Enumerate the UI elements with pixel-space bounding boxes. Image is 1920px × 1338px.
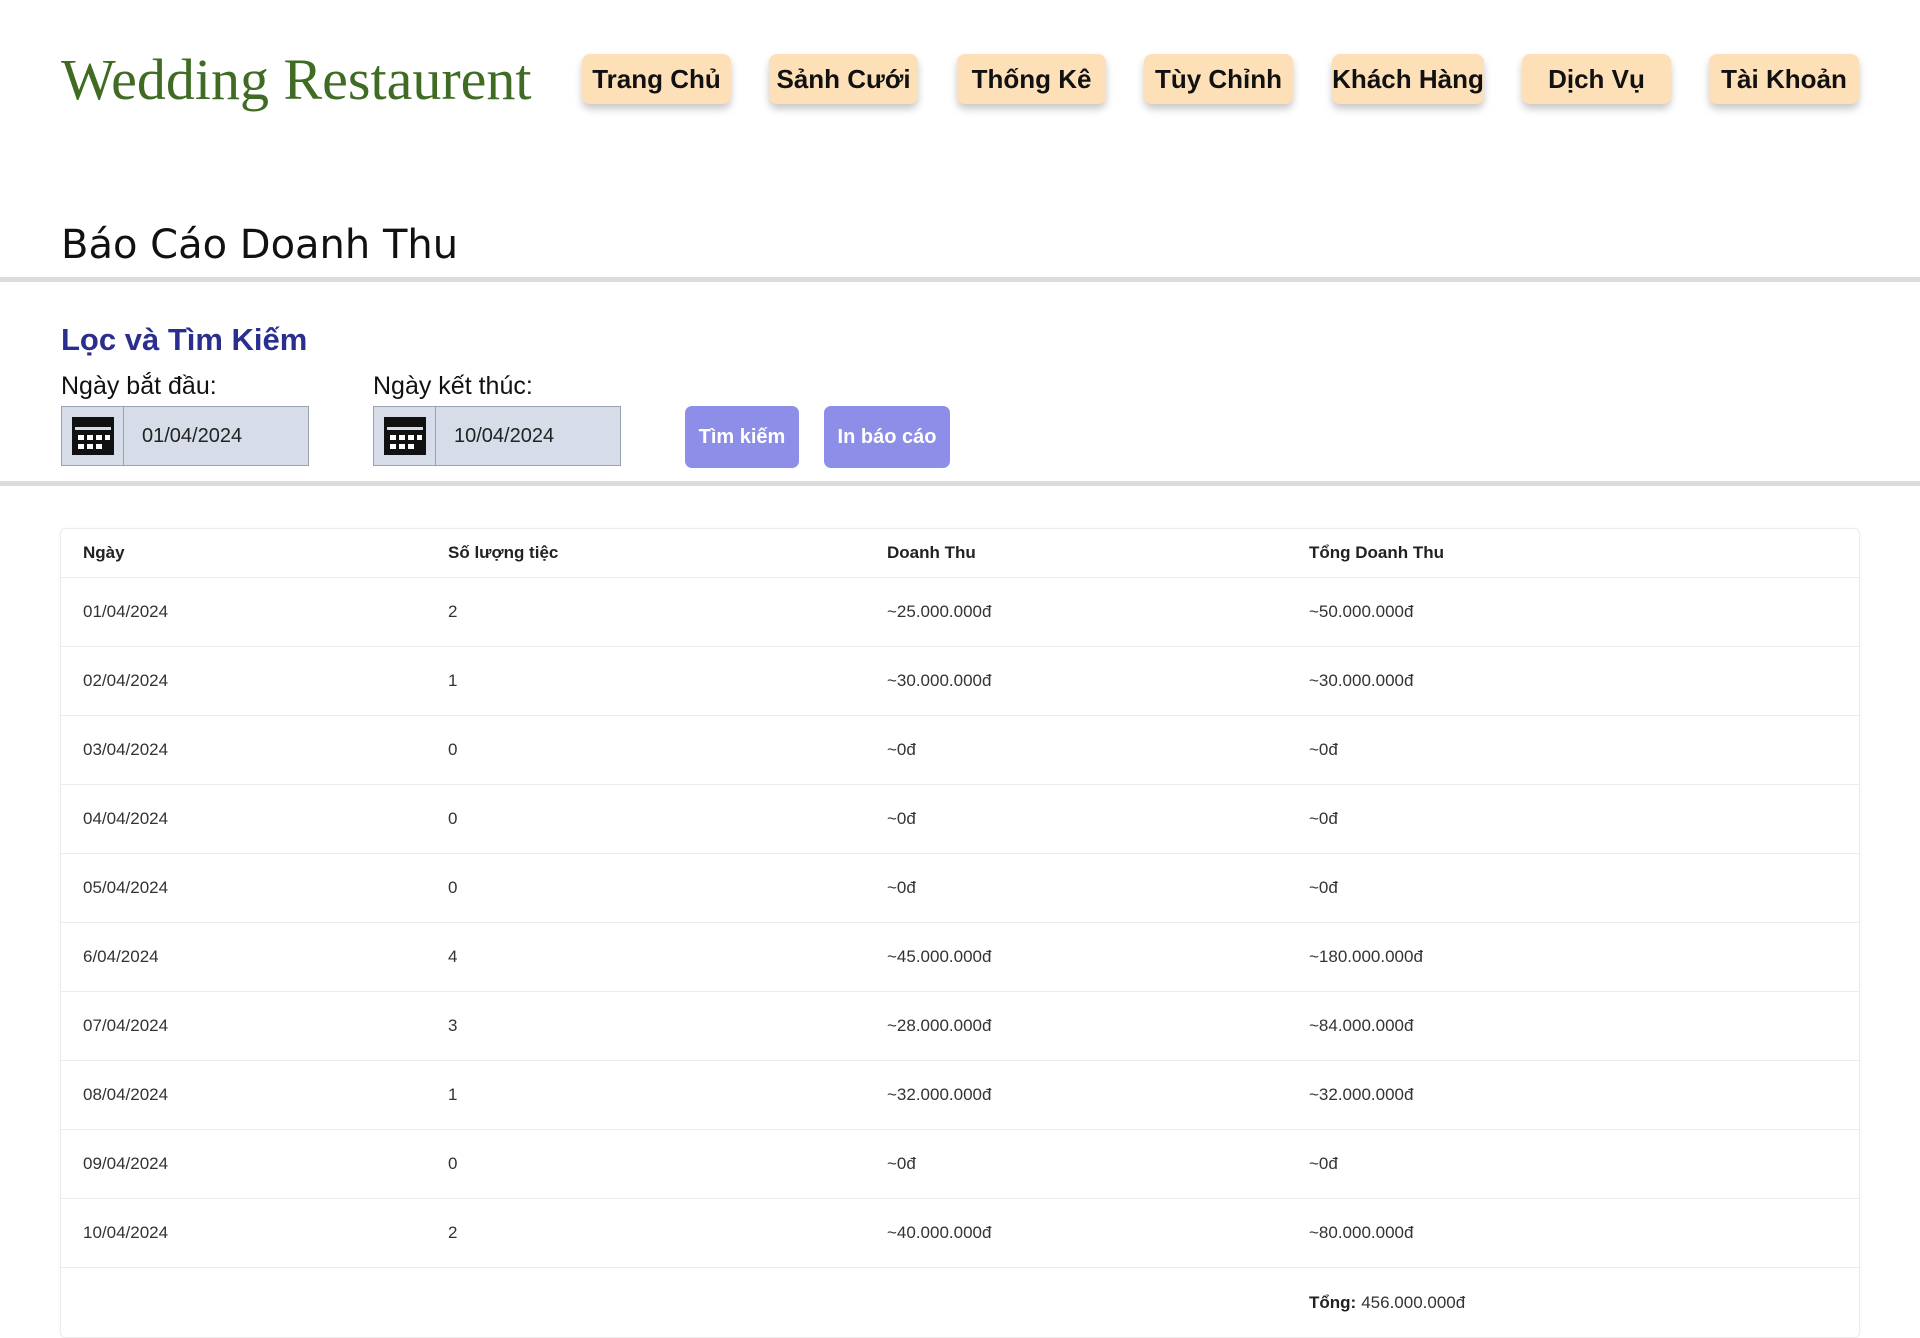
table-row: 02/04/2024 1 ~30.000.000đ ~30.000.000đ: [61, 647, 1859, 716]
cell-revenue: ~30.000.000đ: [887, 671, 992, 690]
column-header-date: Ngày: [83, 543, 125, 562]
cell-total-revenue: ~80.000.000đ: [1309, 1223, 1414, 1242]
cell-total-revenue: ~0đ: [1309, 878, 1338, 897]
cell-date: 09/04/2024: [83, 1154, 169, 1173]
cell-date: 03/04/2024: [83, 740, 169, 759]
cell-total-revenue: ~30.000.000đ: [1309, 671, 1414, 690]
column-header-total-revenue: Tổng Doanh Thu: [1309, 543, 1445, 562]
total-value: 456.000.000đ: [1361, 1293, 1466, 1312]
table-row: 10/04/2024 2 ~40.000.000đ ~80.000.000đ: [61, 1199, 1859, 1268]
end-date-field[interactable]: 10/04/2024: [373, 406, 621, 466]
start-date-field[interactable]: 01/04/2024: [61, 406, 309, 466]
cell-revenue: ~28.000.000đ: [887, 1016, 992, 1035]
table-row: 09/04/2024 0 ~0đ ~0đ: [61, 1130, 1859, 1199]
cell-revenue: ~40.000.000đ: [887, 1223, 992, 1242]
table-row: 01/04/2024 2 ~25.000.000đ ~50.000.000đ: [61, 578, 1859, 647]
cell-total-revenue: ~50.000.000đ: [1309, 602, 1414, 621]
cell-total-revenue: ~84.000.000đ: [1309, 1016, 1414, 1035]
cell-date: 05/04/2024: [83, 878, 169, 897]
cell-revenue: ~0đ: [887, 809, 916, 828]
nav-item-khach-hang[interactable]: Khách Hàng: [1332, 54, 1484, 104]
nav-item-dich-vu[interactable]: Dịch Vụ: [1522, 54, 1671, 104]
table-header-row: Ngày Số lượng tiệc Doanh Thu Tổng Doanh …: [61, 529, 1859, 578]
table-row: 08/04/2024 1 ~32.000.000đ ~32.000.000đ: [61, 1061, 1859, 1130]
cell-revenue: ~32.000.000đ: [887, 1085, 992, 1104]
divider: [0, 481, 1920, 486]
page-title: Báo Cáo Doanh Thu: [61, 222, 459, 268]
start-date-label: Ngày bắt đầu:: [61, 372, 217, 400]
cell-date: 04/04/2024: [83, 809, 169, 828]
column-header-party-count: Số lượng tiệc: [448, 543, 559, 562]
calendar-icon[interactable]: [62, 407, 124, 465]
main-nav: Trang Chủ Sảnh Cưới Thống Kê Tùy Chỉnh K…: [0, 54, 1920, 106]
cell-party-count: 1: [448, 671, 458, 690]
cell-total-revenue: ~180.000.000đ: [1309, 947, 1423, 966]
cell-date: 02/04/2024: [83, 671, 169, 690]
cell-date: 6/04/2024: [83, 947, 159, 966]
cell-date: 10/04/2024: [83, 1223, 169, 1242]
nav-item-trang-chu[interactable]: Trang Chủ: [582, 54, 731, 104]
table-row: 07/04/2024 3 ~28.000.000đ ~84.000.000đ: [61, 992, 1859, 1061]
cell-party-count: 3: [448, 1016, 458, 1035]
table-row: 03/04/2024 0 ~0đ ~0đ: [61, 716, 1859, 785]
divider: [0, 277, 1920, 282]
start-date-value[interactable]: 01/04/2024: [124, 425, 242, 448]
filter-section-title: Lọc và Tìm Kiếm: [61, 322, 308, 357]
cell-total-revenue: ~0đ: [1309, 740, 1338, 759]
cell-date: 08/04/2024: [83, 1085, 169, 1104]
nav-item-tai-khoan[interactable]: Tài Khoản: [1709, 54, 1859, 104]
cell-date: 01/04/2024: [83, 602, 169, 621]
table-row: 05/04/2024 0 ~0đ ~0đ: [61, 854, 1859, 923]
nav-item-sanh-cuoi[interactable]: Sảnh Cưới: [769, 54, 918, 104]
nav-item-tuy-chinh[interactable]: Tùy Chỉnh: [1144, 54, 1293, 104]
table-total-row: Tổng: 456.000.000đ: [61, 1268, 1859, 1337]
cell-party-count: 1: [448, 1085, 458, 1104]
cell-total-revenue: ~0đ: [1309, 809, 1338, 828]
total-cell: Tổng: 456.000.000đ: [1309, 1268, 1466, 1337]
revenue-table: Ngày Số lượng tiệc Doanh Thu Tổng Doanh …: [60, 528, 1860, 1338]
cell-revenue: ~25.000.000đ: [887, 602, 992, 621]
cell-revenue: ~0đ: [887, 878, 916, 897]
cell-party-count: 2: [448, 602, 458, 621]
print-report-button[interactable]: In báo cáo: [824, 406, 950, 468]
end-date-label: Ngày kết thúc:: [373, 372, 533, 400]
header: Wedding Restaurent Trang Chủ Sảnh Cưới T…: [0, 0, 1920, 160]
table-row: 6/04/2024 4 ~45.000.000đ ~180.000.000đ: [61, 923, 1859, 992]
search-button[interactable]: Tìm kiếm: [685, 406, 799, 468]
cell-total-revenue: ~0đ: [1309, 1154, 1338, 1173]
nav-item-thong-ke[interactable]: Thống Kê: [957, 54, 1106, 104]
table-row: 04/04/2024 0 ~0đ ~0đ: [61, 785, 1859, 854]
cell-total-revenue: ~32.000.000đ: [1309, 1085, 1414, 1104]
total-label: Tổng:: [1309, 1293, 1357, 1312]
cell-revenue: ~0đ: [887, 1154, 916, 1173]
cell-revenue: ~0đ: [887, 740, 916, 759]
cell-date: 07/04/2024: [83, 1016, 169, 1035]
cell-party-count: 0: [448, 878, 458, 897]
end-date-value[interactable]: 10/04/2024: [436, 425, 554, 448]
column-header-revenue: Doanh Thu: [887, 543, 976, 562]
calendar-icon[interactable]: [374, 407, 436, 465]
cell-party-count: 2: [448, 1223, 458, 1242]
cell-party-count: 4: [448, 947, 458, 966]
cell-party-count: 0: [448, 740, 458, 759]
cell-party-count: 0: [448, 1154, 458, 1173]
cell-party-count: 0: [448, 809, 458, 828]
cell-revenue: ~45.000.000đ: [887, 947, 992, 966]
